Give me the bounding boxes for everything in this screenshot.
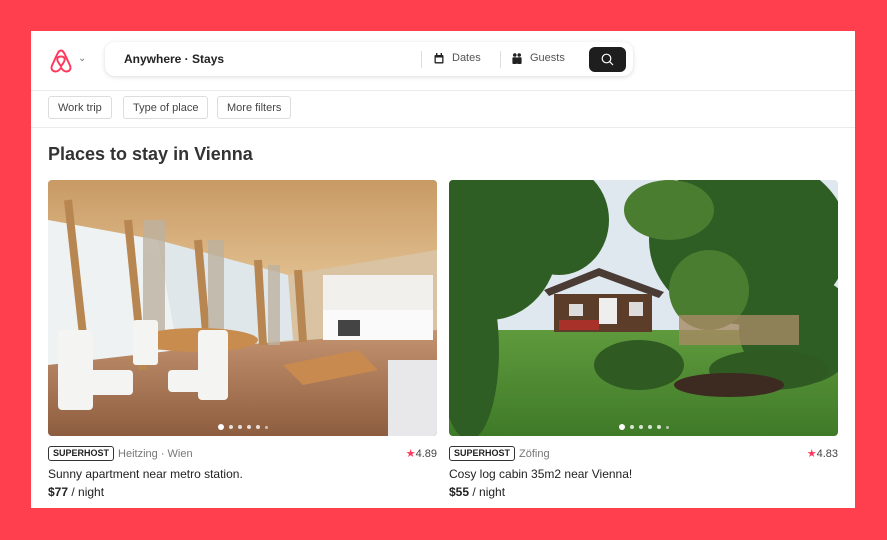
listing-meta: SUPERHOST Zöfing ★4.83 — [449, 446, 838, 462]
listing-card[interactable]: SUPERHOST Heitzing · Wien ★4.89 Sunny apa… — [48, 180, 437, 499]
star-icon: ★ — [806, 448, 817, 460]
filter-work-trip[interactable]: Work trip — [48, 96, 112, 119]
dates-label: Dates — [452, 52, 481, 64]
listing-price: $77 / night — [48, 485, 104, 499]
price-amount: $77 — [48, 485, 69, 499]
photo-dot[interactable] — [656, 425, 661, 429]
price-amount: $55 — [449, 485, 470, 499]
photo-dot[interactable] — [255, 425, 260, 429]
photo-dot[interactable] — [237, 425, 242, 429]
rating-value: 4.83 — [816, 448, 838, 460]
photo-dot[interactable] — [228, 425, 233, 429]
guests-label: Guests — [530, 52, 565, 64]
listing-location: Heitzing · Wien — [118, 447, 193, 460]
airbnb-logo-icon[interactable] — [49, 48, 73, 74]
guests-field[interactable]: Guests — [512, 52, 565, 64]
listing-photo[interactable] — [449, 180, 838, 436]
photo-pagination — [449, 424, 838, 430]
superhost-badge: SUPERHOST — [449, 446, 516, 461]
photo-dot[interactable] — [246, 425, 251, 429]
photo-dot[interactable] — [665, 425, 669, 429]
superhost-badge: SUPERHOST — [48, 446, 115, 461]
photo-dot[interactable] — [618, 424, 625, 430]
rating-value: 4.89 — [415, 448, 437, 460]
photo-dot[interactable] — [629, 425, 634, 429]
page-title: Places to stay in Vienna — [48, 144, 253, 164]
divider — [500, 51, 501, 68]
photo-dot[interactable] — [217, 424, 224, 430]
photo-dot[interactable] — [638, 425, 643, 429]
listing-title[interactable]: Sunny apartment near metro station. — [48, 467, 243, 481]
chevron-down-icon[interactable]: ⌄ — [78, 53, 86, 64]
dates-field[interactable]: Dates — [434, 52, 481, 64]
photo-dot[interactable] — [264, 425, 268, 429]
listing-location: Zöfing — [519, 447, 550, 460]
divider — [421, 51, 422, 68]
filter-bar: Work trip Type of place More filters — [31, 91, 855, 128]
search-icon — [601, 53, 614, 66]
photo-dot[interactable] — [647, 425, 652, 429]
apartment-photo — [48, 180, 437, 436]
listing-title[interactable]: Cosy log cabin 35m2 near Vienna! — [449, 467, 632, 481]
photo-pagination — [48, 424, 437, 430]
listing-photo[interactable] — [48, 180, 437, 436]
search-button[interactable] — [589, 47, 626, 72]
listing-meta: SUPERHOST Heitzing · Wien ★4.89 — [48, 446, 437, 462]
listing-price: $55 / night — [449, 485, 505, 499]
search-bar[interactable]: Anywhere · Stays Dates Guests — [105, 42, 633, 76]
price-unit: / night — [469, 485, 506, 499]
filter-type-of-place[interactable]: Type of place — [123, 96, 209, 119]
filter-more-filters[interactable]: More filters — [217, 96, 292, 119]
price-unit: / night — [68, 485, 105, 499]
listing-rating: ★4.83 — [807, 447, 838, 460]
guests-icon — [512, 52, 522, 64]
search-where[interactable]: Anywhere · Stays — [124, 52, 224, 66]
calendar-icon — [434, 52, 444, 63]
top-bar: ⌄ Anywhere · Stays Dates Guests — [31, 31, 855, 91]
listing-rating: ★4.89 — [406, 447, 437, 460]
app-window: ⌄ Anywhere · Stays Dates Guests Work tri… — [31, 31, 855, 508]
cabin-photo — [449, 180, 838, 436]
star-icon: ★ — [405, 448, 416, 460]
listing-card[interactable]: SUPERHOST Zöfing ★4.83 Cosy log cabin 35m… — [449, 180, 838, 499]
